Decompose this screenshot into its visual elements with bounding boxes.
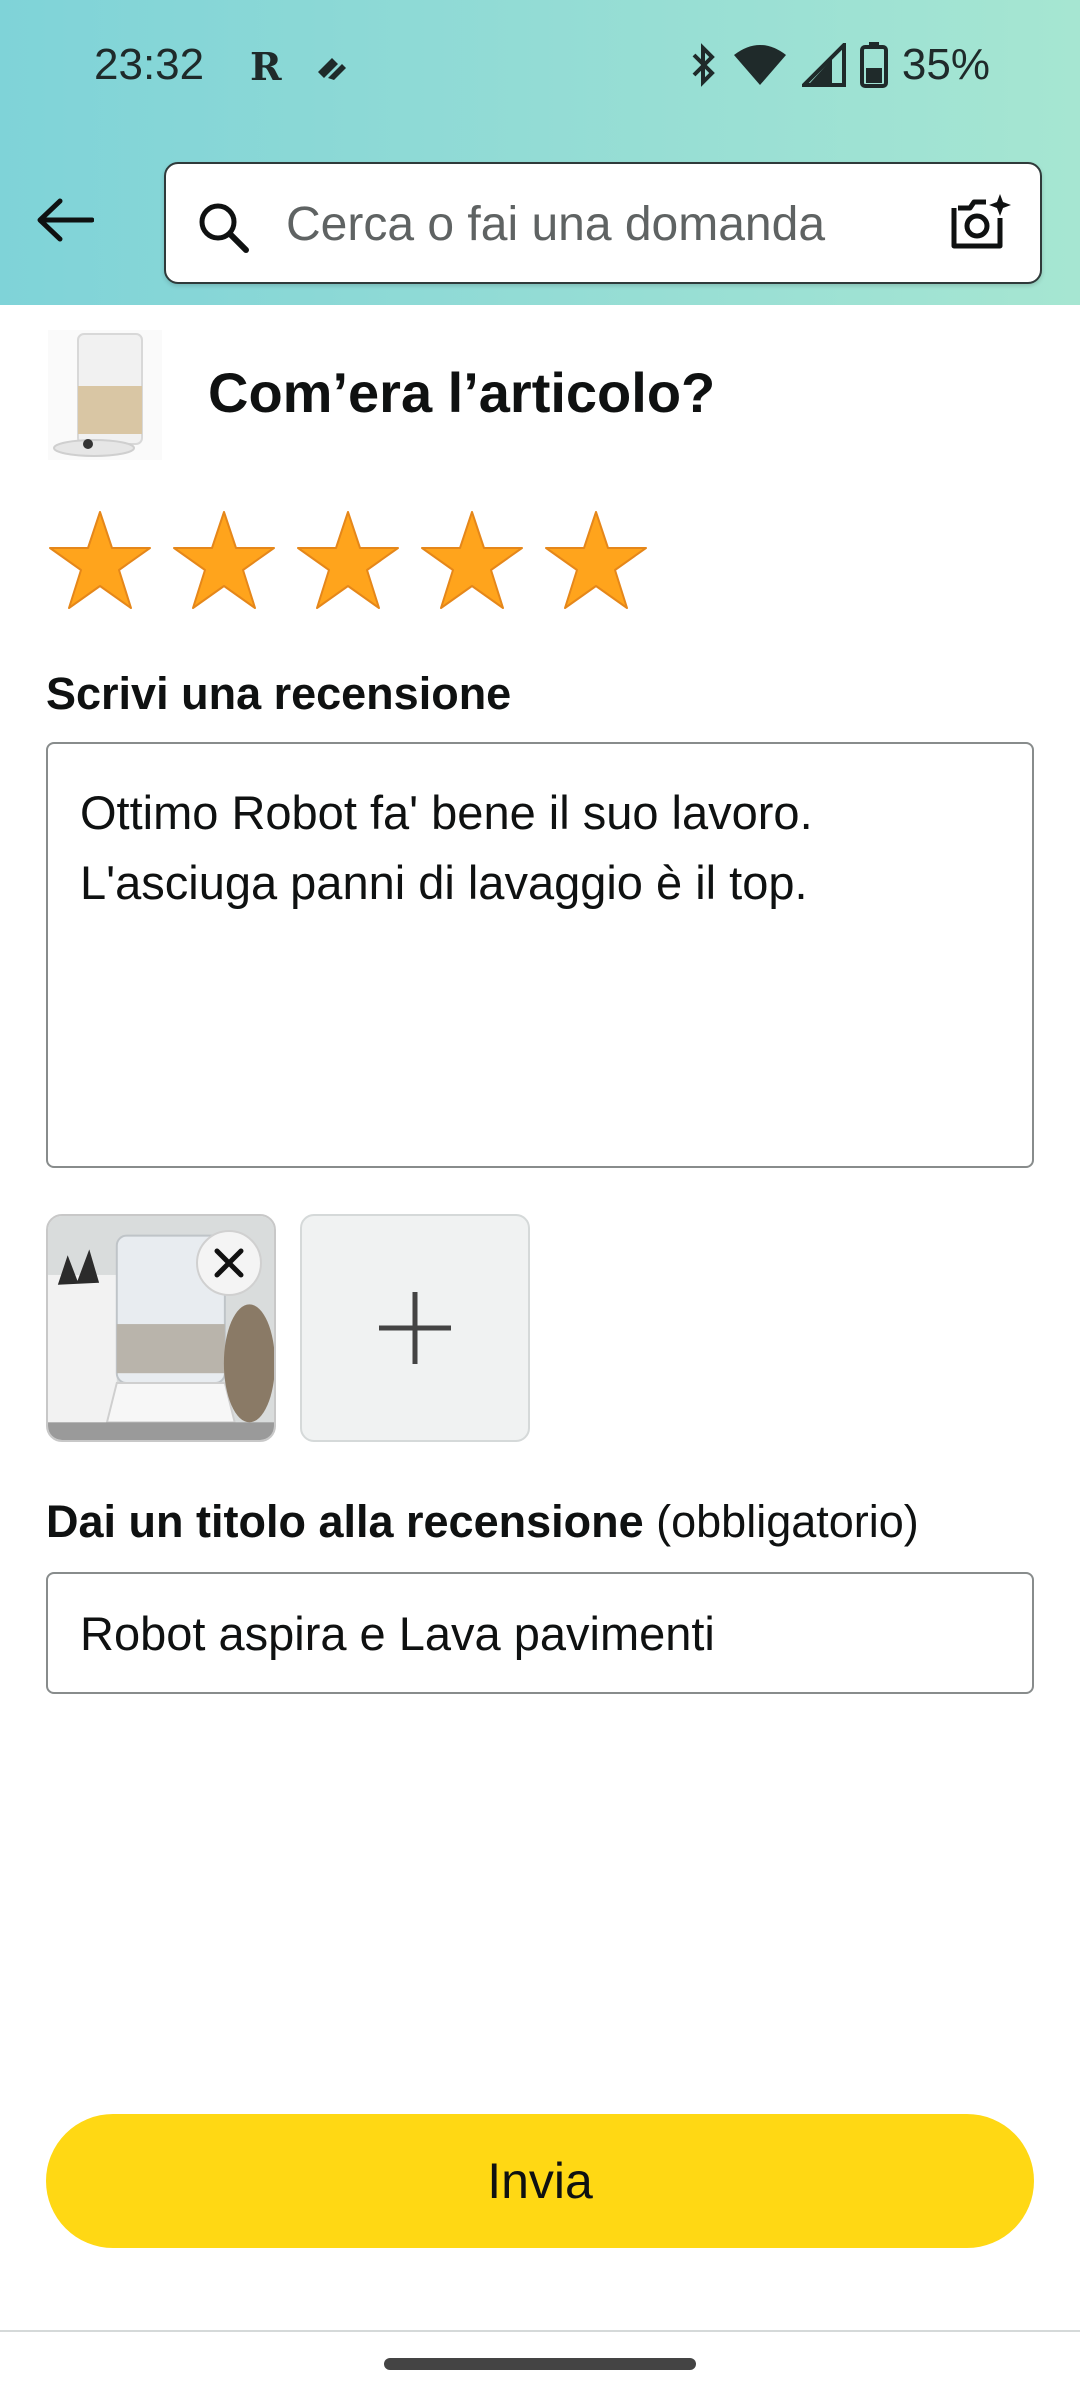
star-2[interactable] [170,508,278,616]
back-button[interactable] [30,185,100,255]
wifi-icon [733,45,786,85]
search-input[interactable] [284,190,908,258]
review-title-input[interactable] [46,1572,1034,1694]
search-bar[interactable] [164,162,1042,284]
product-thumbnail [48,330,162,460]
arrow-left-icon [37,198,94,242]
bottom-divider [0,2330,1080,2332]
submit-button[interactable]: Invia [46,2114,1034,2248]
status-bar: 23:32 R 35% [0,0,1080,130]
star-1[interactable] [46,508,154,616]
status-icons: 35% [688,40,990,90]
title-label: Dai un titolo alla recensione (obbligato… [46,1496,919,1548]
remove-photo-button[interactable] [196,1230,262,1296]
status-time: 23:32 [94,40,205,89]
svg-text:R: R [250,46,282,86]
battery-icon [859,42,888,88]
star-4[interactable] [418,508,526,616]
search-icon [199,203,249,253]
review-label: Scrivi una recensione [46,668,512,719]
camera-search-icon[interactable] [948,192,1012,256]
star-5[interactable] [542,508,650,616]
app-header: 23:32 R 35% [0,0,1080,305]
home-indicator[interactable] [384,2358,696,2370]
r-app-icon: R [250,46,282,86]
star-3[interactable] [294,508,402,616]
cell-signal-icon [801,43,846,87]
review-line: Ottimo Robot fa' bene il suo lavoro. [80,786,813,839]
star-rating[interactable] [46,508,650,616]
review-textarea[interactable]: Ottimo Robot fa' bene il suo lavoro. L'a… [46,742,1034,1168]
close-icon [214,1248,244,1278]
notification-icon [318,58,346,80]
title-label-required: (obbligatorio) [643,1496,919,1547]
title-label-main: Dai un titolo alla recensione [46,1496,644,1547]
bluetooth-icon [692,43,715,87]
plus-icon [379,1292,451,1364]
battery-percent: 35% [901,40,990,89]
product-question: Com’era l’articolo? [208,361,716,424]
review-line: L'asciuga panni di lavaggio è il top. [80,856,808,909]
add-photo-button[interactable] [300,1214,530,1442]
